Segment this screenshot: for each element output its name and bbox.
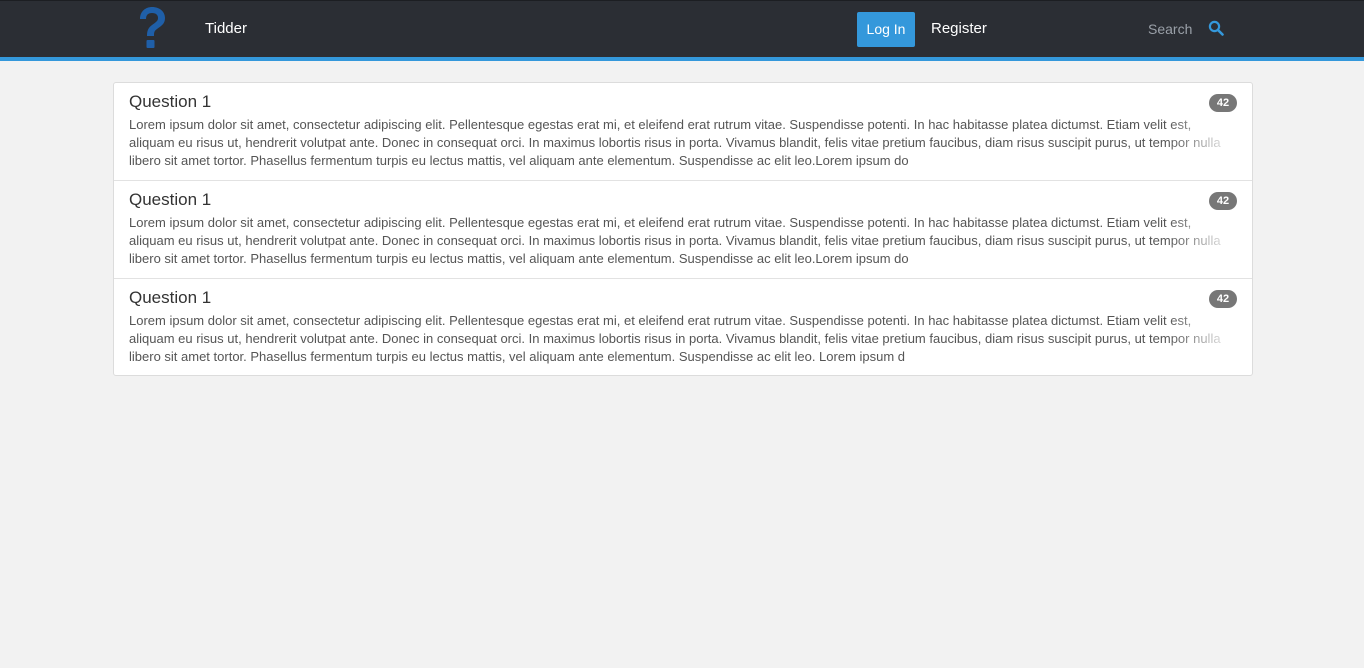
question-title: Question 1: [129, 92, 212, 111]
top-navbar: Tidder Log In Register: [0, 0, 1364, 57]
question-excerpt: Lorem ipsum dolor sit amet, consectetur …: [129, 117, 1221, 168]
search-input[interactable]: [1140, 18, 1212, 40]
question-title: Question 1: [129, 190, 212, 209]
brand-link[interactable]: Tidder: [205, 20, 247, 38]
question-mark-icon[interactable]: [134, 5, 170, 53]
search-icon[interactable]: [1208, 20, 1224, 36]
question-list: Question 1 42 Lorem ipsum dolor sit amet…: [113, 82, 1253, 376]
question-excerpt: Lorem ipsum dolor sit amet, consectetur …: [129, 313, 1221, 364]
answer-count-badge: 42: [1209, 192, 1237, 210]
answer-count-badge: 42: [1209, 94, 1237, 112]
answer-count-badge: 42: [1209, 290, 1237, 308]
login-button[interactable]: Log In: [857, 12, 915, 47]
question-item[interactable]: Question 1 42 Lorem ipsum dolor sit amet…: [114, 279, 1252, 375]
question-item[interactable]: Question 1 42 Lorem ipsum dolor sit amet…: [114, 181, 1252, 279]
question-item[interactable]: Question 1 42 Lorem ipsum dolor sit amet…: [114, 83, 1252, 181]
navbar-accent-bar: [0, 57, 1364, 61]
question-title: Question 1: [129, 288, 212, 307]
question-excerpt: Lorem ipsum dolor sit amet, consectetur …: [129, 215, 1221, 266]
register-link[interactable]: Register: [931, 20, 987, 38]
